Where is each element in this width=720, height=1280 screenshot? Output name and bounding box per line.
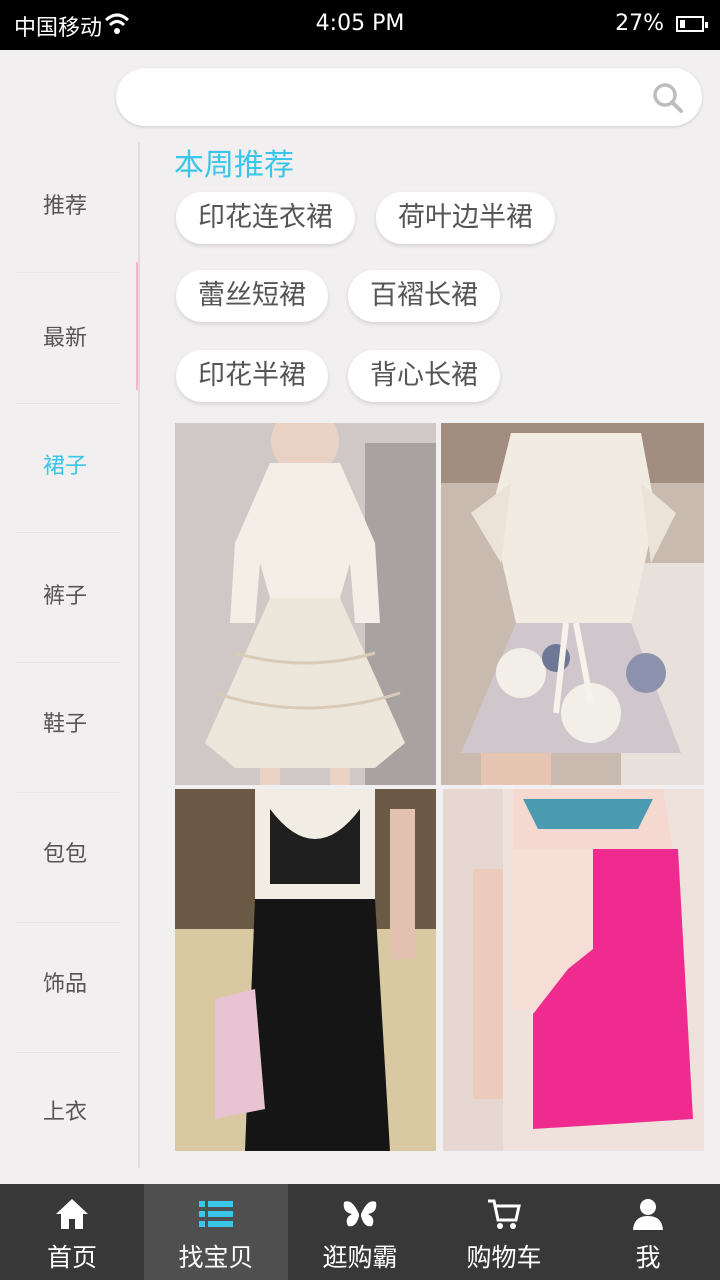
sidebar-active-marker xyxy=(136,262,138,390)
tag-lace-skirt[interactable]: 蕾丝短裙 xyxy=(176,270,328,322)
tag-vest-long-skirt[interactable]: 背心长裙 xyxy=(348,350,500,402)
butterfly-icon xyxy=(343,1201,377,1227)
bottom-navigation: 首页 找宝贝 逛购霸 购物车 我 xyxy=(0,1184,720,1280)
sidebar-item-skirts[interactable]: 裙子 xyxy=(0,402,130,532)
nav-home[interactable]: 首页 xyxy=(0,1184,144,1280)
nav-browse[interactable]: 逛购霸 xyxy=(288,1184,432,1280)
battery-icon xyxy=(676,16,708,32)
tag-printed-dress[interactable]: 印花连衣裙 xyxy=(176,192,355,244)
tag-ruffle-skirt[interactable]: 荷叶边半裙 xyxy=(376,192,555,244)
status-bar: 中国移动 4:05 PM 27% xyxy=(0,0,720,50)
search-icon[interactable] xyxy=(652,82,684,114)
home-icon xyxy=(56,1199,88,1229)
tag-pleated-skirt[interactable]: 百褶长裙 xyxy=(348,270,500,322)
cart-icon xyxy=(488,1199,521,1229)
sidebar-item-shoes[interactable]: 鞋子 xyxy=(0,660,130,790)
section-title: 本周推荐 xyxy=(174,148,294,183)
sidebar-item-tops[interactable]: 上衣 xyxy=(0,1048,130,1178)
user-icon xyxy=(633,1199,663,1230)
product-image-pink-shift-dress[interactable] xyxy=(443,789,704,1151)
product-image-white-lace-dress[interactable] xyxy=(175,423,436,785)
sidebar-item-newest[interactable]: 最新 xyxy=(0,274,130,404)
search-input[interactable] xyxy=(140,78,644,118)
product-image-floral-print-dress[interactable] xyxy=(441,423,704,785)
search-bar[interactable] xyxy=(116,68,702,126)
product-image-black-maxi-dress[interactable] xyxy=(175,789,436,1151)
sidebar-item-bags[interactable]: 包包 xyxy=(0,790,130,920)
nav-find-items[interactable]: 找宝贝 xyxy=(144,1184,288,1280)
sidebar-item-accessories[interactable]: 饰品 xyxy=(0,920,130,1050)
clock: 4:05 PM xyxy=(315,11,405,36)
category-sidebar: 推荐 最新 裙子 裤子 鞋子 包包 饰品 上衣 xyxy=(0,142,140,1168)
sidebar-item-pants[interactable]: 裤子 xyxy=(0,532,130,662)
battery-percent: 27% xyxy=(615,11,664,36)
nav-me[interactable]: 我 xyxy=(576,1184,720,1280)
sidebar-item-recommend[interactable]: 推荐 xyxy=(0,142,130,272)
tag-printed-half-skirt[interactable]: 印花半裙 xyxy=(176,350,328,402)
list-icon xyxy=(199,1201,233,1227)
nav-cart[interactable]: 购物车 xyxy=(432,1184,576,1280)
